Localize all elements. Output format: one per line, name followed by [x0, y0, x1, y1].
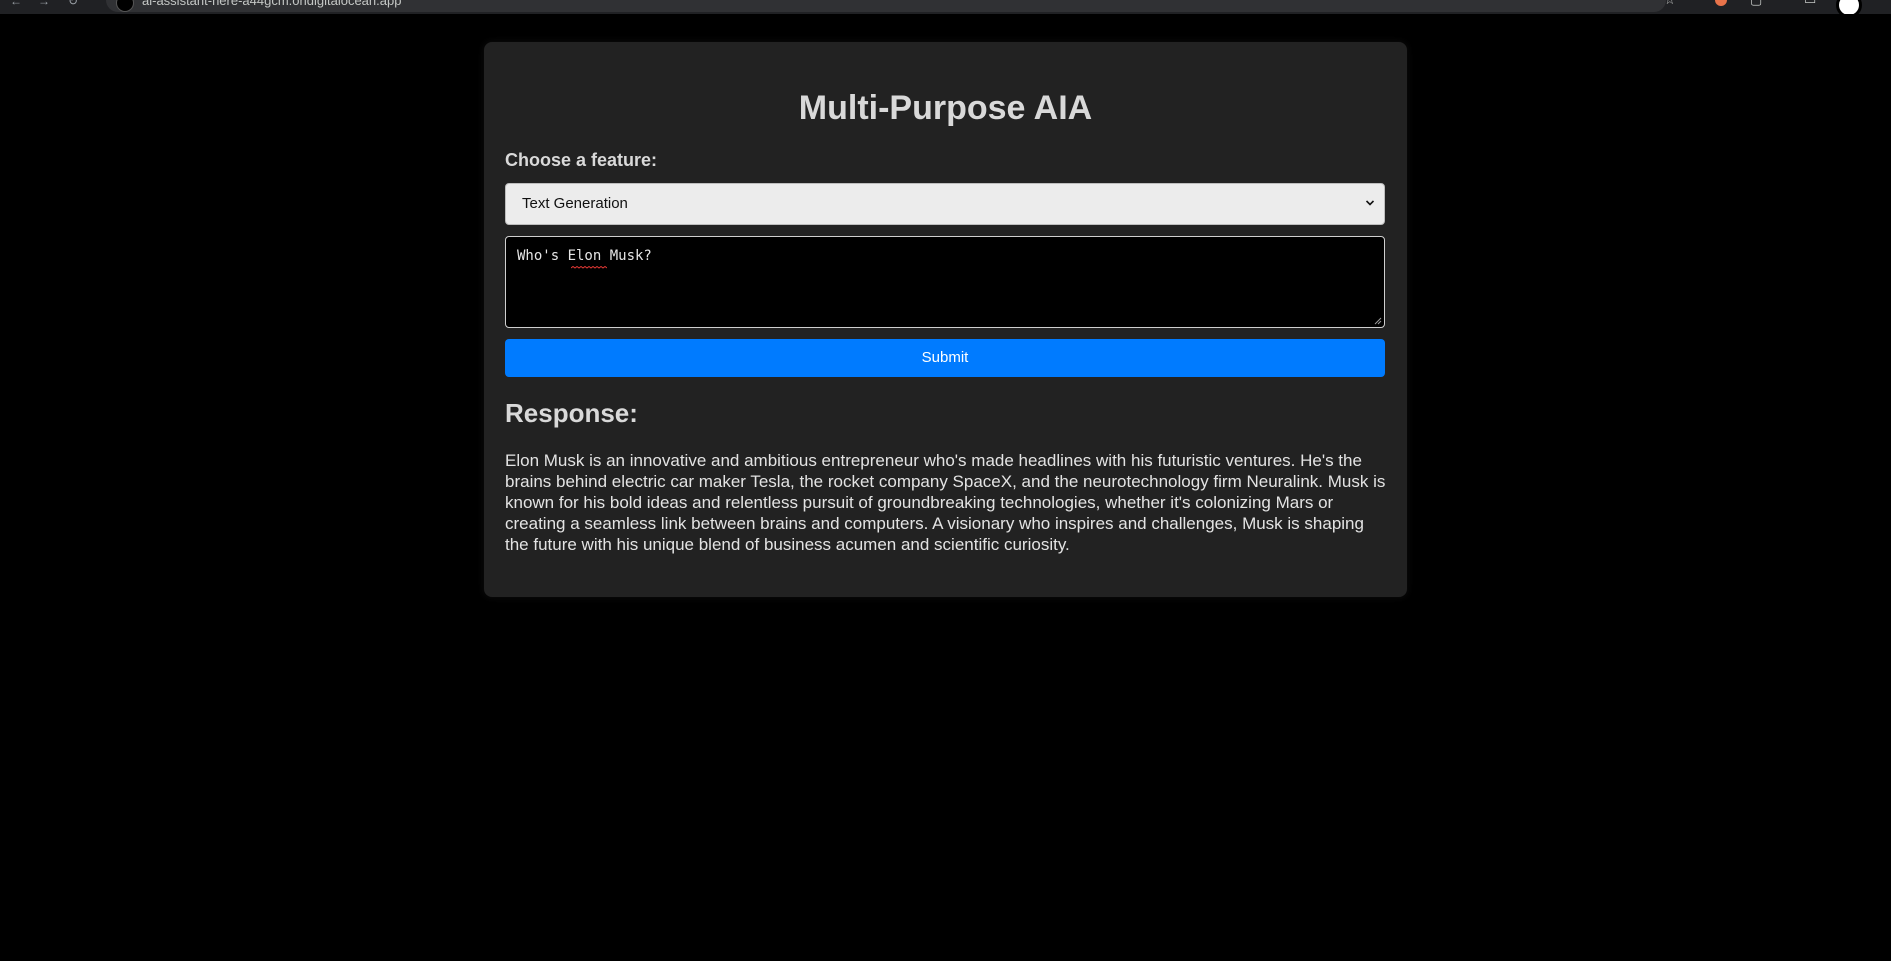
- submit-button[interactable]: Submit: [505, 339, 1385, 377]
- bookmark-star-icon[interactable]: ☆: [1664, 0, 1678, 6]
- side-panel-icon[interactable]: ▭: [1804, 0, 1818, 6]
- feature-select[interactable]: Text Generation: [505, 183, 1385, 225]
- reload-icon[interactable]: ↻: [68, 0, 78, 8]
- prompt-text: Who's Elon Musk?: [517, 248, 652, 264]
- url-text[interactable]: ai-assistant-here-a44gcm.ondigitalocean.…: [142, 0, 401, 8]
- assistant-card: Multi-Purpose AIA Choose a feature: Text…: [484, 42, 1407, 597]
- prompt-textarea[interactable]: Who's Elon Musk?: [505, 236, 1385, 328]
- page-title: Multi-Purpose AIA: [798, 89, 1093, 127]
- chevron-down-icon: [1366, 200, 1374, 206]
- response-heading: Response:: [505, 398, 638, 428]
- profile-avatar[interactable]: [1836, 0, 1862, 14]
- response-text: Elon Musk is an innovative and ambitious…: [505, 451, 1386, 554]
- extensions-puzzle-icon[interactable]: ▢: [1750, 0, 1764, 6]
- extension-icon[interactable]: [1715, 0, 1727, 6]
- resize-grip-icon[interactable]: [1374, 317, 1382, 325]
- browser-toolbar: ← → ↻ ai-assistant-here-a44gcm.ondigital…: [0, 0, 1891, 14]
- feature-label: Choose a feature:: [505, 150, 658, 170]
- spellcheck-underline: [571, 266, 607, 269]
- back-icon[interactable]: ←: [10, 0, 22, 8]
- forward-icon[interactable]: →: [38, 0, 50, 8]
- feature-select-value: Text Generation: [522, 195, 628, 212]
